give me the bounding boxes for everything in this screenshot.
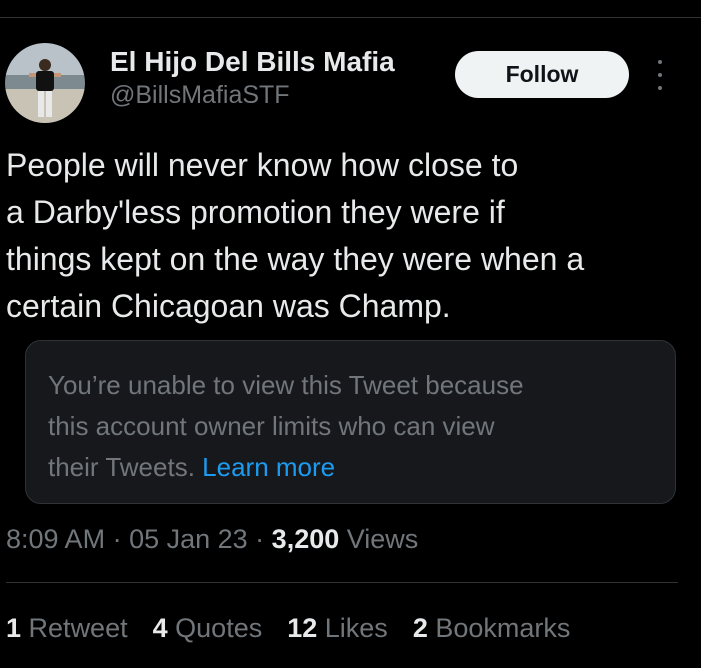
stats-divider (6, 582, 678, 583)
tweet-text-line: certain Chicagoan was Champ. (6, 288, 451, 324)
user-info: El Hijo Del Bills Mafia @BillsMafiaSTF (110, 44, 395, 110)
stat-retweets[interactable]: 1 Retweet (6, 609, 128, 647)
tweet-text-line: things kept on the way they were when a (6, 241, 585, 277)
dot (658, 73, 662, 77)
tweet-text: People will never know how close to a Da… (6, 142, 686, 330)
stat-count: 2 (412, 613, 428, 643)
stat-label: Quotes (175, 613, 263, 643)
separator: · (105, 524, 130, 554)
stat-label: Likes (324, 613, 388, 643)
tweet-text-line: People will never know how close to (6, 147, 519, 183)
stat-bookmarks[interactable]: 2 Bookmarks (413, 609, 571, 647)
unavailable-message-line: their Tweets. (48, 452, 195, 482)
views-label: Views (346, 524, 419, 554)
stat-label: Bookmarks (435, 613, 571, 643)
profile-photo-icon (5, 43, 85, 123)
stat-label: Retweet (28, 613, 128, 643)
unavailable-message: You’re unable to view this Tweet because… (48, 365, 648, 488)
tweet-time[interactable]: 8:09 AM (6, 524, 105, 554)
tweet-meta: 8:09 AM · 05 Jan 23 · 3,200 Views (6, 520, 418, 558)
views-count: 3,200 (271, 524, 340, 554)
stat-count: 1 (6, 613, 22, 643)
unavailable-message-line: this account owner limits who can view (48, 411, 495, 441)
top-divider (0, 17, 701, 18)
avatar[interactable] (5, 43, 85, 123)
unavailable-quoted-tweet-card: You’re unable to view this Tweet because… (25, 340, 676, 504)
unavailable-message-line: You’re unable to view this Tweet because (48, 370, 524, 400)
stat-likes[interactable]: 12 Likes (287, 609, 388, 647)
author-display-name[interactable]: El Hijo Del Bills Mafia (110, 44, 395, 80)
dot (658, 60, 662, 64)
stat-quotes[interactable]: 4 Quotes (153, 609, 263, 647)
tweet-text-line: a Darby'less promotion they were if (6, 194, 505, 230)
stat-count: 4 (152, 613, 168, 643)
follow-button[interactable]: Follow (455, 51, 629, 98)
more-options-icon[interactable] (650, 60, 670, 90)
stat-count: 12 (287, 613, 318, 643)
separator: · (247, 524, 272, 554)
tweet-date[interactable]: 05 Jan 23 (129, 524, 248, 554)
dot (658, 86, 662, 90)
unavailable-message-line-last: their Tweets. Learn more (48, 447, 648, 488)
learn-more-link[interactable]: Learn more (202, 452, 335, 482)
author-handle[interactable]: @BillsMafiaSTF (110, 80, 395, 110)
engagement-stats: 1 Retweet 4 Quotes 12 Likes 2 Bookmarks (6, 609, 570, 647)
